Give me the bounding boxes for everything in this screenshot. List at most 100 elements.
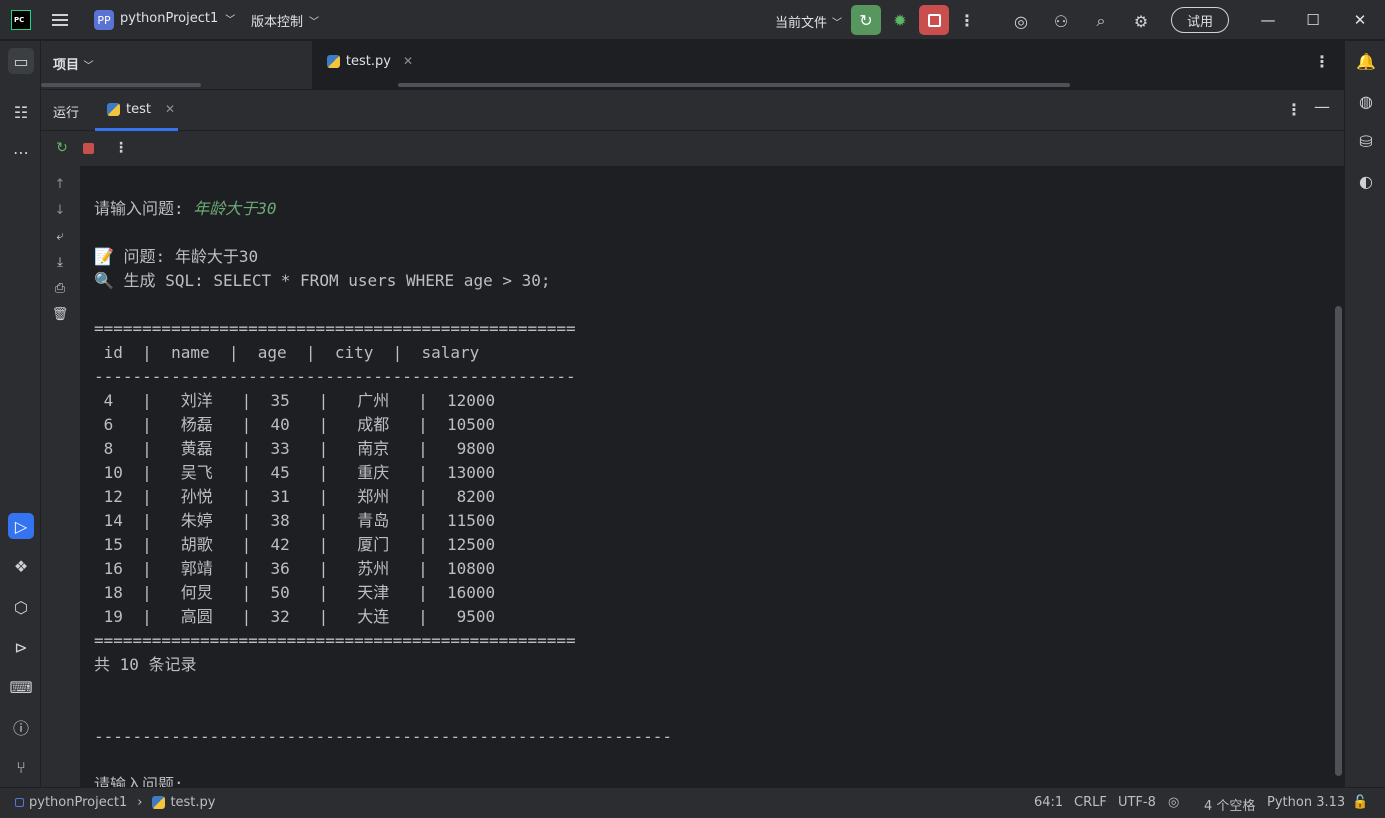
ai-chat-icon[interactable]: ◍ bbox=[1353, 88, 1379, 114]
console-line: 16 | 郭靖 | 36 | 苏州 | 10800 bbox=[94, 557, 672, 581]
trial-button[interactable]: 试用 bbox=[1171, 7, 1229, 33]
project-badge[interactable]: PP bbox=[94, 10, 114, 30]
editor-tab-test-py[interactable]: test.py ✕ bbox=[313, 41, 413, 81]
scroll-up-icon[interactable]: ↑ bbox=[51, 175, 69, 193]
run-config-selector[interactable]: 当前文件 ﹀ bbox=[775, 12, 842, 31]
file-encoding[interactable]: UTF-8 bbox=[1118, 795, 1156, 810]
search-icon[interactable]: ⌕ bbox=[1090, 10, 1112, 32]
vertical-scrollbar[interactable] bbox=[1335, 306, 1342, 776]
project-label: 项目 bbox=[53, 58, 80, 73]
console-line: 12 | 孙悦 | 31 | 郑州 | 8200 bbox=[94, 485, 672, 509]
hide-panel-button[interactable]: — bbox=[1314, 97, 1330, 116]
project-switcher[interactable]: pythonProject1 ﹀ bbox=[120, 11, 235, 26]
breadcrumb-project[interactable]: pythonProject1 bbox=[29, 795, 127, 810]
line-separator[interactable]: CRLF bbox=[1074, 795, 1107, 810]
editor-tab-bar: test.py ✕ ⋮ bbox=[313, 41, 1344, 89]
chevron-down-icon: ﹀ bbox=[83, 61, 94, 72]
console-output[interactable]: 请输入问题: 年龄大于30 📝 问题: 年龄大于30 🔍 生成 SQL: SELEC… bbox=[80, 166, 1344, 787]
python-packages-icon[interactable]: ⬡ bbox=[8, 594, 34, 620]
horizontal-scrollbar[interactable] bbox=[398, 83, 1070, 87]
project-panel-header: 项目 ﹀ bbox=[41, 41, 313, 89]
python-interpreter[interactable]: Python 3.13 bbox=[1267, 795, 1345, 810]
stop-button[interactable] bbox=[919, 5, 949, 35]
ai-status-icon[interactable]: ◎ bbox=[1168, 795, 1179, 810]
soft-wrap-icon[interactable]: ⤶ bbox=[51, 227, 69, 245]
stop-icon[interactable] bbox=[79, 139, 97, 157]
more-actions-button[interactable]: ⋮ bbox=[112, 139, 130, 157]
console-line: ----------------------------------------… bbox=[94, 725, 672, 749]
close-tab-icon[interactable]: ✕ bbox=[403, 54, 413, 68]
run-panel-options-button[interactable]: ⋮ bbox=[1286, 100, 1302, 119]
debug-button[interactable]: ✹ bbox=[889, 9, 911, 31]
run-panel-title: 运行 bbox=[53, 106, 80, 121]
console-line: 🔍 生成 SQL: SELECT * FROM users WHERE age … bbox=[94, 269, 672, 293]
horizontal-scrollbar[interactable] bbox=[41, 83, 201, 87]
services-icon[interactable]: ⊳ bbox=[8, 634, 34, 660]
python-file-icon bbox=[327, 54, 340, 68]
chevron-down-icon: ﹀ bbox=[225, 15, 236, 26]
python-console-icon[interactable]: ❖ bbox=[8, 553, 34, 579]
close-tab-icon[interactable]: ✕ bbox=[165, 102, 175, 116]
problems-icon[interactable]: ⓘ bbox=[8, 714, 34, 740]
notifications-icon[interactable]: 🔔 bbox=[1353, 48, 1379, 74]
module-icon bbox=[15, 798, 24, 807]
console-line-text: 14 | 朱婷 | 38 | 青岛 | 11500 bbox=[94, 511, 496, 530]
copilot-icon[interactable]: ◐ bbox=[1353, 168, 1379, 194]
more-actions-button[interactable]: ⋮ bbox=[957, 10, 977, 30]
structure-icon[interactable]: ☷ bbox=[8, 99, 34, 125]
console-line-text: 共 10 条记录 bbox=[94, 655, 197, 674]
chevron-down-icon: ﹀ bbox=[832, 18, 843, 29]
console-line-text: 19 | 高圆 | 32 | 大连 | 9500 bbox=[94, 607, 496, 626]
console-line-text: id | name | age | city | salary bbox=[94, 343, 480, 362]
run-tool-icon[interactable]: ▷ bbox=[8, 513, 34, 539]
git-icon[interactable]: ⑂ bbox=[8, 754, 34, 780]
minimize-window-button[interactable]: — bbox=[1256, 8, 1280, 32]
database-icon[interactable]: ⛁ bbox=[1353, 128, 1379, 154]
gear-icon[interactable]: ⚙ bbox=[1130, 10, 1152, 32]
print-icon[interactable]: ⎙ bbox=[51, 279, 69, 297]
console-line-text: ----------------------------------------… bbox=[94, 727, 672, 746]
close-window-button[interactable]: ✕ bbox=[1348, 8, 1372, 32]
vcs-menu[interactable]: 版本控制 ﹀ bbox=[251, 11, 319, 30]
run-tab-test[interactable]: test ✕ bbox=[95, 90, 178, 131]
project-dropdown[interactable]: 项目 ﹀ bbox=[53, 54, 94, 73]
console-line-text: ----------------------------------------… bbox=[94, 367, 576, 386]
ai-assistant-icon[interactable]: ◎ bbox=[1010, 10, 1032, 32]
maximize-window-button[interactable]: ☐ bbox=[1301, 8, 1325, 32]
folder-icon[interactable]: ▭ bbox=[8, 48, 34, 74]
console-line-text: 8 | 黄磊 | 33 | 南京 | 9800 bbox=[94, 439, 496, 458]
breadcrumb-file[interactable]: test.py bbox=[170, 795, 215, 810]
main-menu-button[interactable] bbox=[50, 10, 70, 30]
add-user-icon[interactable]: ⚇ bbox=[1050, 10, 1072, 32]
run-toolbar: ↻ ⋮ bbox=[41, 131, 1344, 166]
console-line-text: 18 | 何炅 | 50 | 天津 | 16000 bbox=[94, 583, 496, 602]
trash-icon[interactable]: 🗑 bbox=[51, 305, 69, 323]
console-gutter: ↑ ↓ ⤶ ⤓ ⎙ 🗑 bbox=[41, 166, 80, 787]
rerun-icon: ↻ bbox=[859, 10, 873, 30]
lock-icon[interactable]: 🔓 bbox=[1352, 795, 1368, 810]
title-bar: PC PP pythonProject1 ﹀ 版本控制 ﹀ 当前文件 ﹀ ↻ ✹ ⋮ … bbox=[0, 0, 1385, 40]
run-tab-label: test bbox=[126, 101, 151, 117]
indent-setting[interactable]: 4 个空格 bbox=[1204, 795, 1255, 814]
console-line: 18 | 何炅 | 50 | 天津 | 16000 bbox=[94, 581, 672, 605]
console-line: 8 | 黄磊 | 33 | 南京 | 9800 bbox=[94, 437, 672, 461]
scroll-down-icon[interactable]: ↓ bbox=[51, 201, 69, 219]
left-tool-strip: ▭ ☷ ⋯ ▷ ❖ ⬡ ⊳ ⌨ ⓘ ⑂ bbox=[0, 41, 41, 787]
status-bar: pythonProject1 › test.py 64:1 CRLF UTF-8… bbox=[0, 787, 1385, 818]
console-line-text: 6 | 杨磊 | 40 | 成都 | 10500 bbox=[94, 415, 496, 434]
scroll-to-end-icon[interactable]: ⤓ bbox=[51, 253, 69, 271]
cursor-position[interactable]: 64:1 bbox=[1034, 795, 1063, 810]
more-tools-icon[interactable]: ⋯ bbox=[8, 139, 34, 165]
console-line: 📝 问题: 年龄大于30 bbox=[94, 245, 672, 269]
rerun-icon[interactable]: ↻ bbox=[53, 139, 71, 157]
console-line-text: 15 | 胡歌 | 42 | 厦门 | 12500 bbox=[94, 535, 496, 554]
terminal-icon[interactable]: ⌨ bbox=[8, 674, 34, 700]
console-line: 14 | 朱婷 | 38 | 青岛 | 11500 bbox=[94, 509, 672, 533]
rerun-button[interactable]: ↻ bbox=[851, 5, 881, 35]
console-line: 19 | 高圆 | 32 | 大连 | 9500 bbox=[94, 605, 672, 629]
tab-options-button[interactable]: ⋮ bbox=[1314, 52, 1330, 71]
console-line-text: ========================================… bbox=[94, 319, 576, 338]
